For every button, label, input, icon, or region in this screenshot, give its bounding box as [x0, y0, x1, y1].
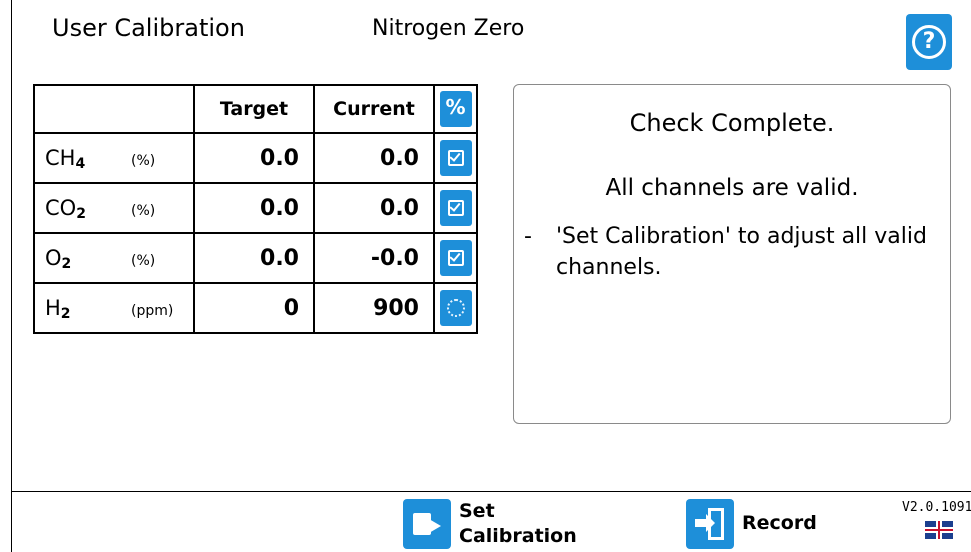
current-value: 0.0: [313, 182, 435, 234]
target-value: 0.0: [193, 132, 315, 184]
gas-name: CO2: [45, 196, 115, 222]
gas-unit: (%): [131, 203, 156, 219]
header-gas: [33, 84, 195, 134]
set-calibration-label-line2: Calibration: [459, 525, 577, 547]
select-cell: [433, 182, 478, 234]
gas-name: CH4: [45, 146, 115, 172]
header-target: Target: [193, 84, 315, 134]
select-cell: [433, 232, 478, 284]
gas-symbol: H: [45, 296, 61, 320]
channel-checkbox[interactable]: [439, 190, 472, 226]
select-cell: [433, 132, 478, 184]
message-instruction: 'Set Calibration' to adjust all valid ch…: [556, 224, 927, 280]
record-label: Record: [742, 512, 817, 534]
target-value: 0.0: [193, 182, 315, 234]
table-row-ch4: CH4 (%) 0.0 0.0: [33, 132, 478, 184]
gas-subscript: 2: [61, 256, 72, 272]
set-calibration-button[interactable]: Set Calibration: [403, 499, 577, 549]
current-value: 900: [313, 282, 435, 334]
message-subtitle: All channels are valid.: [605, 175, 859, 201]
bullet: -: [524, 224, 532, 249]
toggle-all-button[interactable]: %: [439, 91, 472, 127]
target-value: 0.0: [193, 232, 315, 284]
header-current: Current: [313, 84, 435, 134]
page-title: User Calibration: [52, 14, 245, 42]
table-header-row: Target Current %: [33, 84, 478, 134]
gas-symbol: CO: [45, 196, 77, 220]
message-body: - 'Set Calibration' to adjust all valid …: [524, 221, 944, 283]
table-row-h2: H2 (ppm) 0 900: [33, 282, 478, 334]
select-cell: [433, 282, 478, 334]
gas-cell: H2 (ppm): [33, 282, 195, 334]
table-row-co2: CO2 (%) 0.0 0.0: [33, 182, 478, 234]
gas-subscript: 2: [60, 306, 71, 322]
percent-toggle-icon: %: [445, 95, 466, 119]
loading-spinner-icon: [446, 299, 465, 317]
gas-unit: (%): [131, 153, 156, 169]
gas-cell: CO2 (%): [33, 182, 195, 234]
record-door-icon: [686, 499, 734, 549]
version-label: V2.0.1091: [902, 500, 971, 515]
calibration-type: Nitrogen Zero: [372, 16, 525, 41]
uk-flag-icon[interactable]: [925, 521, 953, 539]
gas-symbol: CH: [45, 146, 76, 170]
status-message-panel: Check Complete. All channels are valid. …: [513, 84, 951, 424]
target-value: 0: [193, 282, 315, 334]
gas-name: O2: [45, 246, 115, 272]
question-icon: ?: [912, 25, 946, 59]
frame-left-border: [11, 0, 12, 552]
help-button[interactable]: ?: [906, 14, 952, 70]
record-button[interactable]: Record: [686, 499, 817, 549]
gas-unit: (%): [131, 253, 156, 269]
gas-unit: (ppm): [131, 303, 174, 319]
set-calibration-label: Set Calibration: [459, 499, 577, 549]
channel-checkbox[interactable]: [439, 240, 472, 276]
message-title: Check Complete.: [629, 109, 835, 137]
set-calibration-icon: [403, 499, 451, 549]
gas-cell: O2 (%): [33, 232, 195, 284]
current-value: -0.0: [313, 232, 435, 284]
gas-subscript: 4: [75, 156, 86, 172]
table-row-o2: O2 (%) 0.0 -0.0: [33, 232, 478, 284]
gas-name: H2: [45, 296, 115, 322]
help-label: ?: [922, 29, 936, 54]
current-value: 0.0: [313, 132, 435, 184]
calibration-table: Target Current % CH4 (%) 0.0 0.0 CO2 (%) 0…: [33, 84, 478, 334]
gas-subscript: 2: [76, 206, 86, 222]
gas-cell: CH4 (%): [33, 132, 195, 184]
channel-busy-button[interactable]: [439, 290, 472, 326]
header-select-all: %: [433, 84, 478, 134]
set-calibration-label-line1: Set: [459, 500, 495, 522]
footer-divider: [11, 491, 971, 492]
gas-symbol: O: [45, 246, 62, 270]
channel-checkbox[interactable]: [439, 140, 472, 176]
